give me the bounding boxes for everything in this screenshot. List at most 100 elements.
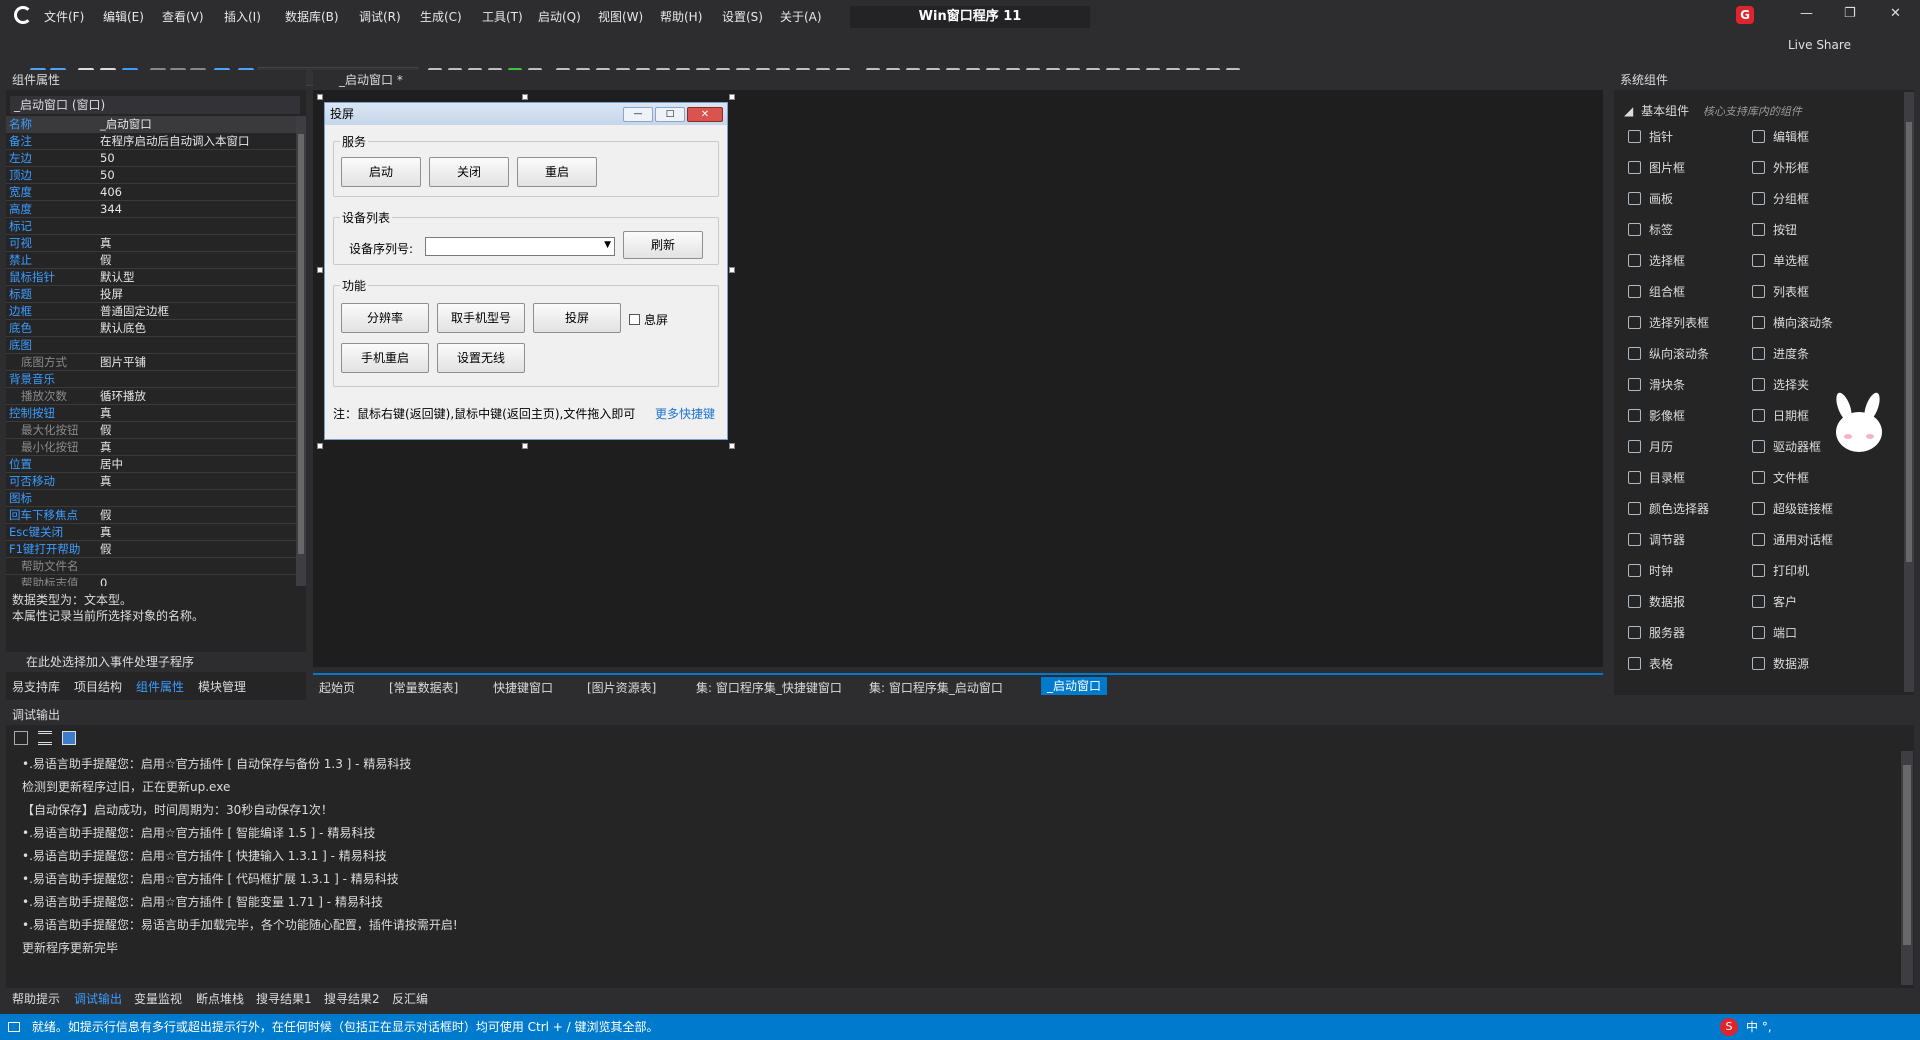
list-icon[interactable] bbox=[37, 731, 52, 745]
menu-item[interactable]: 关于(A) bbox=[780, 8, 822, 25]
ime-icon[interactable]: S bbox=[1720, 1018, 1738, 1036]
more-shortcuts-link[interactable]: 更多快捷键 bbox=[655, 405, 715, 422]
component-item[interactable]: 通用对话框 bbox=[1752, 531, 1833, 548]
component-item[interactable]: 进度条 bbox=[1752, 345, 1809, 362]
component-item[interactable]: 画板 bbox=[1628, 190, 1673, 207]
event-selector[interactable]: 在此处选择加入事件处理子程序 bbox=[6, 652, 306, 672]
component-item[interactable]: 影像框 bbox=[1628, 407, 1685, 424]
property-row[interactable]: 底图 bbox=[6, 337, 296, 354]
property-row[interactable]: 备注 在程序启动后自动调入本窗口 bbox=[6, 133, 296, 150]
component-item[interactable]: 选择框 bbox=[1628, 252, 1685, 269]
property-row[interactable]: 背景音乐 bbox=[6, 371, 296, 388]
component-item[interactable]: 目录框 bbox=[1628, 469, 1685, 486]
property-row[interactable]: 鼠标指针 默认型 bbox=[6, 269, 296, 286]
component-item[interactable]: 选择夹 bbox=[1752, 376, 1809, 393]
document-tab[interactable]: 集: 窗口程序集_启动窗口 bbox=[869, 679, 1003, 696]
property-row[interactable]: 左边 50 bbox=[6, 150, 296, 167]
property-value[interactable]: 默认型 bbox=[100, 269, 135, 286]
property-value[interactable]: 假 bbox=[100, 507, 112, 524]
output-tab[interactable]: 帮助提示 bbox=[12, 990, 60, 1007]
cast-button[interactable]: 投屏 bbox=[533, 303, 621, 333]
component-item[interactable]: 时钟 bbox=[1628, 562, 1673, 579]
property-row[interactable]: 宽度 406 bbox=[6, 184, 296, 201]
property-row[interactable]: 底图方式 图片平铺 bbox=[6, 354, 296, 371]
property-row[interactable]: 边框 普通固定边框 bbox=[6, 303, 296, 320]
document-tab[interactable]: 快捷键窗口 bbox=[493, 679, 553, 696]
document-tab[interactable]: [常量数据表] bbox=[389, 679, 458, 696]
property-row[interactable]: 可否移动 真 bbox=[6, 473, 296, 490]
serial-dropdown[interactable]: ▼ bbox=[425, 237, 615, 256]
resolution-button[interactable]: 分辨率 bbox=[341, 303, 429, 333]
menu-item[interactable]: 调试(R) bbox=[359, 8, 401, 25]
collapse-icon[interactable]: ◢ bbox=[1624, 104, 1633, 118]
component-item[interactable]: 数据报 bbox=[1628, 593, 1685, 610]
menu-item[interactable]: 工具(T) bbox=[482, 8, 523, 25]
component-item[interactable]: 打印机 bbox=[1752, 562, 1809, 579]
property-row[interactable]: 高度 344 bbox=[6, 201, 296, 218]
document-tab[interactable]: 起始页 bbox=[319, 679, 355, 696]
menu-item[interactable]: 编辑(E) bbox=[103, 8, 144, 25]
menu-item[interactable]: 文件(F) bbox=[44, 8, 84, 25]
property-row[interactable]: 顶边 50 bbox=[6, 167, 296, 184]
property-value[interactable]: 50 bbox=[100, 167, 115, 184]
restore-button[interactable]: ❐ bbox=[1844, 6, 1856, 21]
output-tab[interactable]: 搜寻结果1 bbox=[256, 990, 312, 1007]
close-button[interactable]: ✕ bbox=[1890, 6, 1901, 21]
property-value[interactable]: 居中 bbox=[100, 456, 123, 473]
component-item[interactable]: 调节器 bbox=[1628, 531, 1685, 548]
document-tab[interactable]: 集: 窗口程序集_快捷键窗口 bbox=[696, 679, 842, 696]
panel-tab[interactable]: 易支持库 bbox=[12, 678, 60, 695]
property-value[interactable]: 真 bbox=[100, 405, 112, 422]
document-tab[interactable]: [图片资源表] bbox=[587, 679, 656, 696]
menu-item[interactable]: 查看(V) bbox=[162, 8, 204, 25]
component-item[interactable]: 服务器 bbox=[1628, 624, 1685, 641]
component-item[interactable]: 纵向滚动条 bbox=[1628, 345, 1709, 362]
property-value[interactable]: 真 bbox=[100, 473, 112, 490]
property-row[interactable]: 播放次数 循环播放 bbox=[6, 388, 296, 405]
property-row[interactable]: 图标 bbox=[6, 490, 296, 507]
designer-tab[interactable]: _启动窗口 * bbox=[313, 70, 1603, 90]
property-value[interactable]: 假 bbox=[100, 252, 112, 269]
component-item[interactable]: 分组框 bbox=[1752, 190, 1809, 207]
property-row[interactable]: 控制按钮 真 bbox=[6, 405, 296, 422]
menu-item[interactable]: 帮助(H) bbox=[660, 8, 702, 25]
property-row[interactable]: 底色 默认底色 bbox=[6, 320, 296, 337]
component-item[interactable]: 外形框 bbox=[1752, 159, 1809, 176]
object-selector[interactable]: _启动窗口 (窗口) bbox=[10, 96, 300, 114]
menu-item[interactable]: 插入(I) bbox=[224, 8, 261, 25]
image-icon[interactable] bbox=[61, 731, 76, 745]
property-value[interactable]: 344 bbox=[100, 201, 122, 218]
property-value[interactable]: 在程序启动后自动调入本窗口 bbox=[100, 133, 250, 150]
property-value[interactable]: 406 bbox=[100, 184, 122, 201]
get-model-button[interactable]: 取手机型号 bbox=[437, 303, 525, 333]
component-item[interactable]: 滑块条 bbox=[1628, 376, 1685, 393]
output-tab[interactable]: 调试输出 bbox=[74, 990, 122, 1007]
menu-item[interactable]: 启动(Q) bbox=[538, 8, 581, 25]
component-item[interactable]: 日期框 bbox=[1752, 407, 1809, 424]
live-share-button[interactable]: Live Share bbox=[1788, 38, 1851, 52]
property-row[interactable]: 标题 投屏 bbox=[6, 286, 296, 303]
component-item[interactable]: 超级链接框 bbox=[1752, 500, 1833, 517]
property-row[interactable]: 帮助文件名 bbox=[6, 558, 296, 575]
component-item[interactable]: 选择列表框 bbox=[1628, 314, 1709, 331]
component-item[interactable]: 表格 bbox=[1628, 655, 1673, 672]
property-value[interactable]: 0 bbox=[100, 575, 107, 586]
component-item[interactable]: 颜色选择器 bbox=[1628, 500, 1709, 517]
panel-tab[interactable]: 组件属性 bbox=[136, 678, 184, 695]
component-item[interactable]: 按钮 bbox=[1752, 221, 1797, 238]
stop-button[interactable]: 关闭 bbox=[429, 157, 509, 187]
clear-icon[interactable] bbox=[14, 731, 28, 745]
property-row[interactable]: F1键打开帮助 假 bbox=[6, 541, 296, 558]
property-value[interactable]: 循环播放 bbox=[100, 388, 146, 405]
property-value[interactable]: 真 bbox=[100, 235, 112, 252]
property-row[interactable]: 位置 居中 bbox=[6, 456, 296, 473]
property-value[interactable]: 50 bbox=[100, 150, 115, 167]
refresh-button[interactable]: 刷新 bbox=[623, 231, 703, 259]
property-value[interactable]: 真 bbox=[100, 524, 112, 541]
property-row[interactable]: 回车下移焦点 假 bbox=[6, 507, 296, 524]
property-row[interactable]: 标记 bbox=[6, 218, 296, 235]
sougou-icon[interactable]: G bbox=[1736, 6, 1754, 24]
output-tab[interactable]: 变量监视 bbox=[134, 990, 182, 1007]
property-value[interactable]: 真 bbox=[100, 439, 112, 456]
property-row[interactable]: 禁止 假 bbox=[6, 252, 296, 269]
